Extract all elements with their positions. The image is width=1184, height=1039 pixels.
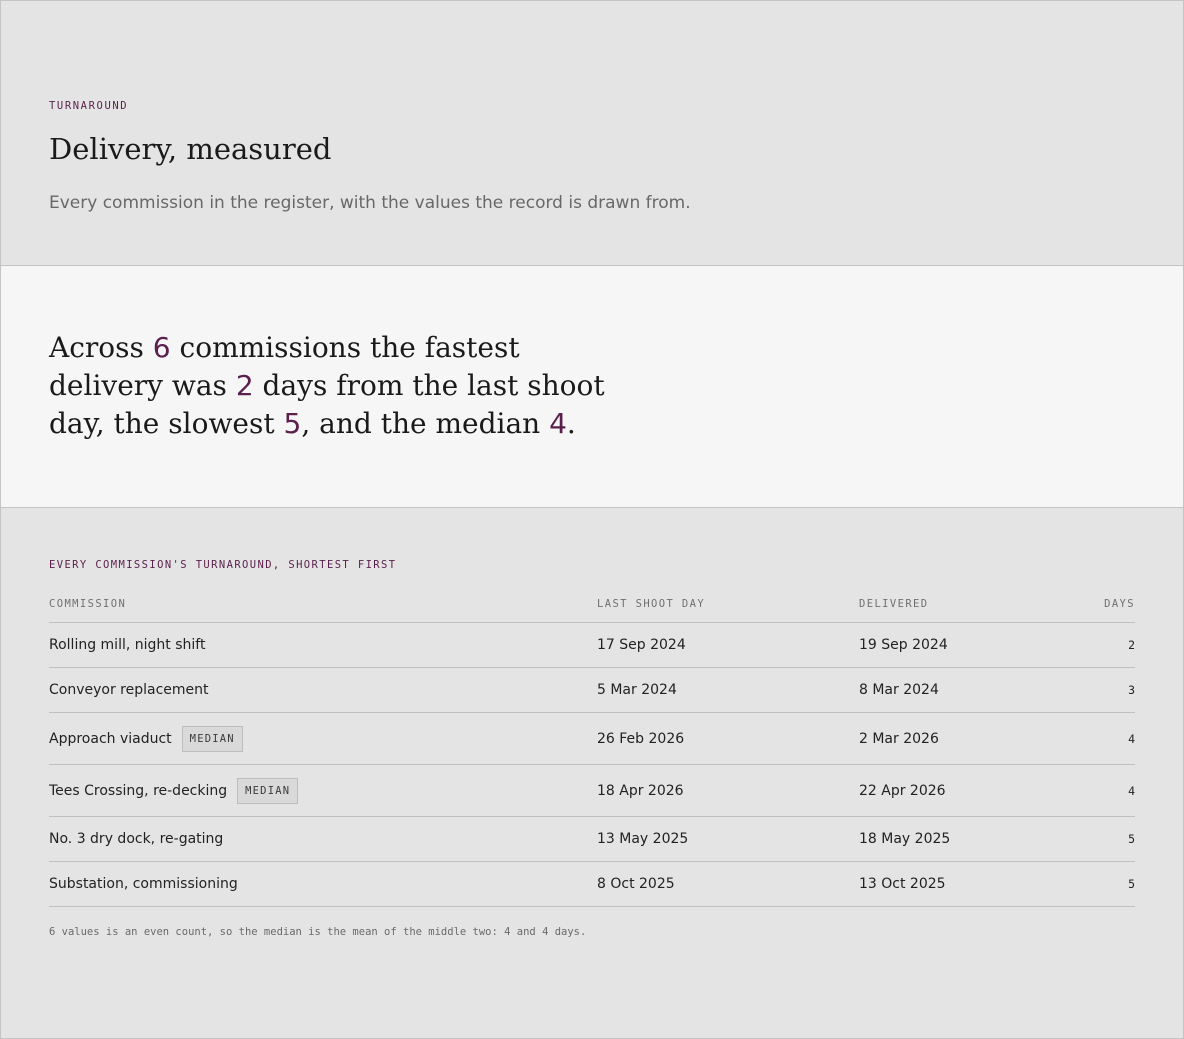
table-row: Substation, commissioning 8 Oct 2025 13 … xyxy=(49,861,1135,907)
delivered-cell: 2 Mar 2026 xyxy=(859,712,1059,765)
delivered-cell: 18 May 2025 xyxy=(859,816,1059,862)
last-shoot-cell: 8 Oct 2025 xyxy=(597,861,859,907)
table-row: Tees Crossing, re-decking MEDIAN 18 Apr 2… xyxy=(49,764,1135,817)
turnaround-table: COMMISSION LAST SHOOT DAY DELIVERED DAYS… xyxy=(49,585,1135,907)
days-cell: 4 xyxy=(1059,764,1135,817)
summary-sentence: Across 6 commissions the fastest deliver… xyxy=(49,329,609,443)
column-header-delivered: DELIVERED xyxy=(859,585,1059,623)
table-header-row: COMMISSION LAST SHOOT DAY DELIVERED DAYS xyxy=(49,585,1135,623)
last-shoot-cell: 5 Mar 2024 xyxy=(597,667,859,713)
table-row: No. 3 dry dock, re-gating 13 May 2025 18… xyxy=(49,816,1135,862)
median-badge: MEDIAN xyxy=(181,725,243,752)
commission-name: Rolling mill, night shift xyxy=(49,637,206,653)
commission-name: Conveyor replacement xyxy=(49,682,209,698)
commission-cell: Approach viaduct MEDIAN xyxy=(49,712,597,765)
last-shoot-cell: 17 Sep 2024 xyxy=(597,622,859,668)
delivered-cell: 22 Apr 2026 xyxy=(859,764,1059,817)
summary-median: 4 xyxy=(549,407,567,440)
days-cell: 4 xyxy=(1059,712,1135,765)
section-eyebrow: TURNAROUND xyxy=(49,100,129,112)
commission-cell: Tees Crossing, re-decking MEDIAN xyxy=(49,764,597,817)
page-subtitle: Every commission in the register, with t… xyxy=(49,193,691,213)
days-cell: 3 xyxy=(1059,667,1135,713)
column-header-days: DAYS xyxy=(1059,585,1135,623)
commission-cell: Conveyor replacement xyxy=(49,667,597,713)
commission-name: No. 3 dry dock, re-gating xyxy=(49,831,224,847)
summary-slowest: 5 xyxy=(283,407,302,440)
page-title: Delivery, measured xyxy=(49,132,332,166)
last-shoot-cell: 18 Apr 2026 xyxy=(597,764,859,817)
delivered-cell: 13 Oct 2025 xyxy=(859,861,1059,907)
commission-name: Substation, commissioning xyxy=(49,876,238,892)
last-shoot-cell: 13 May 2025 xyxy=(597,816,859,862)
commission-cell: No. 3 dry dock, re-gating xyxy=(49,816,597,862)
table-footnote: 6 values is an even count, so the median… xyxy=(49,926,587,938)
table-row: Conveyor replacement 5 Mar 2024 8 Mar 20… xyxy=(49,667,1135,713)
page: TURNAROUND Delivery, measured Every comm… xyxy=(0,0,1184,1039)
summary-text-4: , and the median xyxy=(301,407,550,440)
table-caption: EVERY COMMISSION'S TURNAROUND, SHORTEST … xyxy=(49,559,397,571)
delivered-cell: 19 Sep 2024 xyxy=(859,622,1059,668)
median-badge: MEDIAN xyxy=(237,777,299,804)
last-shoot-cell: 26 Feb 2026 xyxy=(597,712,859,765)
column-header-last-shoot: LAST SHOOT DAY xyxy=(597,585,859,623)
page-header: TURNAROUND Delivery, measured Every comm… xyxy=(1,1,1183,266)
table-row: Rolling mill, night shift 17 Sep 2024 19… xyxy=(49,622,1135,668)
summary-panel: Across 6 commissions the fastest deliver… xyxy=(1,266,1183,508)
summary-count: 6 xyxy=(152,331,171,364)
commission-cell: Substation, commissioning xyxy=(49,861,597,907)
summary-fastest: 2 xyxy=(235,369,254,402)
column-header-commission: COMMISSION xyxy=(49,585,597,623)
summary-text-1: Across xyxy=(49,331,153,364)
days-cell: 5 xyxy=(1059,861,1135,907)
days-cell: 2 xyxy=(1059,622,1135,668)
commission-cell: Rolling mill, night shift xyxy=(49,622,597,668)
days-cell: 5 xyxy=(1059,816,1135,862)
commission-name: Approach viaduct xyxy=(49,730,172,747)
delivered-cell: 8 Mar 2024 xyxy=(859,667,1059,713)
commission-name: Tees Crossing, re-decking xyxy=(49,782,228,799)
table-row: Approach viaduct MEDIAN 26 Feb 2026 2 Mar… xyxy=(49,712,1135,765)
summary-text-5: . xyxy=(566,407,576,440)
